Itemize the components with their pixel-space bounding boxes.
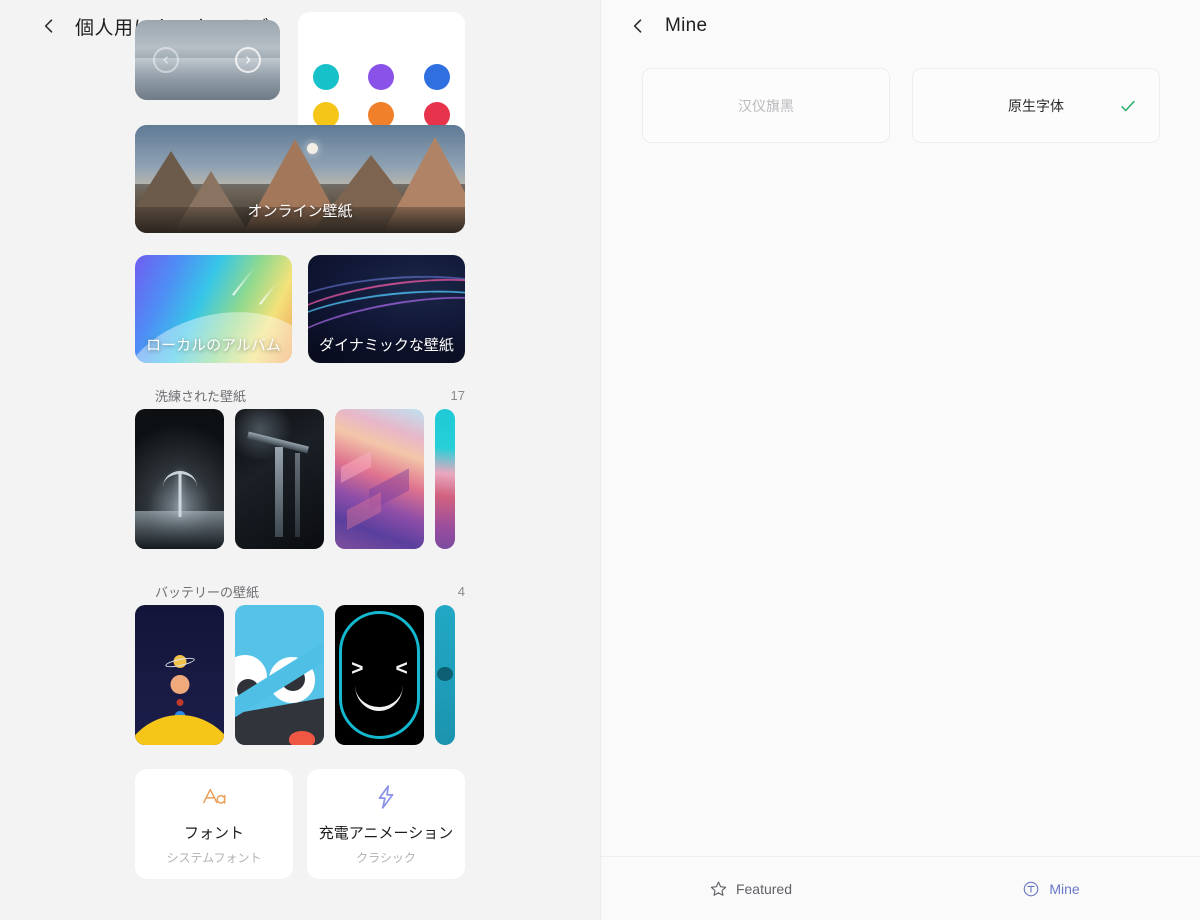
font-option-label: 汉仪旗黑	[738, 97, 794, 114]
mine-panel: Mine 汉仪旗黑 原生字体 Featured Mine	[600, 0, 1200, 920]
thumb-art: >	[351, 659, 364, 682]
color-swatch-grid	[298, 64, 465, 128]
battery-wallpaper-row[interactable]: > <	[135, 605, 455, 745]
wallpaper-thumb[interactable]	[435, 409, 455, 549]
bottom-navigation: Featured Mine	[601, 856, 1200, 920]
thumb-art	[437, 667, 453, 681]
thumb-art	[295, 453, 300, 537]
carousel-prev-icon[interactable]	[153, 47, 179, 73]
carousel-next-icon[interactable]	[235, 47, 261, 73]
wallpaper-thumb[interactable]	[335, 409, 424, 549]
font-aa-icon	[201, 782, 227, 812]
wallpaper-thumb[interactable]: > <	[335, 605, 424, 745]
section-header-battery[interactable]: バッテリーの壁紙 4	[155, 582, 465, 601]
nav-tab-mine[interactable]: Mine	[901, 880, 1200, 898]
font-card[interactable]: フォント システムフォント	[135, 769, 293, 879]
personalize-panel: 個人用にカスタマイズ	[0, 0, 600, 920]
nav-tab-featured[interactable]: Featured	[601, 880, 901, 897]
color-swatch-cyan[interactable]	[312, 64, 339, 90]
thumb-art	[170, 675, 189, 694]
thumb-art	[176, 699, 183, 706]
font-option-label: 原生字体	[1008, 97, 1064, 114]
section-title: バッテリーの壁紙	[155, 585, 260, 600]
dynamic-wallpaper-tile[interactable]: ダイナミックな壁紙	[308, 255, 465, 363]
section-count: 17	[450, 388, 465, 403]
star-outline-icon	[710, 880, 727, 897]
wallpaper-carousel[interactable]	[135, 20, 280, 100]
refined-wallpaper-row[interactable]	[135, 409, 455, 549]
font-card-title: フォント	[183, 825, 244, 842]
wallpaper-thumb[interactable]	[135, 605, 224, 745]
local-album-label: ローカルのアルバム	[146, 337, 281, 354]
online-wallpaper-banner[interactable]: オンライン壁紙	[135, 125, 465, 233]
back-icon[interactable]	[627, 15, 649, 37]
online-wallpaper-label: オンライン壁紙	[247, 203, 353, 220]
charging-card-title: 充電アニメーション	[318, 825, 454, 842]
app-screen: 個人用にカスタマイズ	[0, 0, 1200, 920]
personalize-scroll-area[interactable]: オンライン壁紙 ローカルのアルバム ダイナミックな壁紙 洗練された壁紙 17 バ…	[0, 12, 600, 920]
thumb-art	[135, 511, 224, 549]
wallpaper-thumb[interactable]	[435, 605, 455, 745]
nav-tab-label: Featured	[735, 880, 793, 897]
lightning-icon	[373, 782, 399, 812]
wallpaper-thumb[interactable]	[235, 605, 324, 745]
wallpaper-thumb[interactable]	[235, 409, 324, 549]
thumb-art	[275, 447, 283, 537]
local-album-tile[interactable]: ローカルのアルバム	[135, 255, 292, 363]
font-option-native[interactable]: 原生字体	[912, 68, 1160, 143]
circled-t-icon	[1022, 880, 1040, 898]
charging-card-subtitle: クラシック	[356, 851, 416, 865]
thumb-art	[347, 491, 381, 531]
theme-color-card[interactable]	[298, 12, 465, 138]
mine-page-title: Mine	[665, 15, 708, 36]
font-card-subtitle: システムフォント	[166, 851, 262, 865]
thumb-art: <	[395, 659, 408, 682]
section-count: 4	[457, 584, 465, 599]
top-clipped-row	[0, 12, 600, 138]
thumb-art	[135, 715, 224, 745]
font-list: 汉仪旗黑 原生字体	[642, 68, 1160, 143]
tile-streak	[259, 283, 277, 305]
font-option-hanyi[interactable]: 汉仪旗黑	[642, 68, 890, 143]
color-swatch-blue[interactable]	[424, 64, 451, 90]
section-title: 洗練された壁紙	[155, 389, 247, 404]
dynamic-wallpaper-label: ダイナミックな壁紙	[319, 337, 454, 354]
right-header: Mine	[601, 0, 1200, 52]
thumb-art	[178, 470, 181, 517]
charging-animation-card[interactable]: 充電アニメーション クラシック	[307, 769, 465, 879]
thumb-art	[235, 409, 295, 459]
check-icon	[1119, 97, 1137, 115]
tile-streak	[232, 266, 256, 296]
section-header-refined[interactable]: 洗練された壁紙 17	[155, 386, 465, 405]
thumb-art	[289, 731, 315, 745]
color-swatch-purple[interactable]	[368, 64, 395, 90]
thumb-art	[341, 451, 371, 483]
wallpaper-thumb[interactable]	[135, 409, 224, 549]
nav-tab-label: Mine	[1049, 880, 1080, 897]
back-icon[interactable]	[38, 15, 60, 37]
